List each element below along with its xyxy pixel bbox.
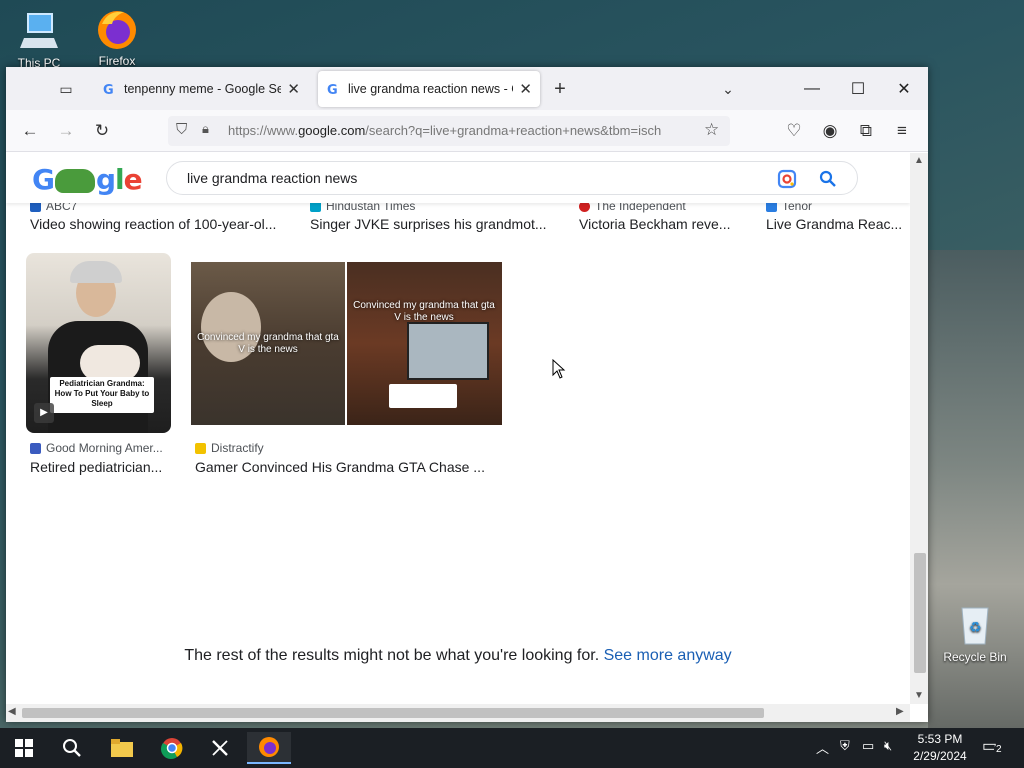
search-box[interactable] <box>166 161 858 195</box>
clock-date: 2/29/2024 <box>913 749 967 763</box>
reload-icon[interactable]: ↻ <box>88 118 116 144</box>
clock-time: 5:53 PM <box>917 732 963 746</box>
address-bar[interactable]: ⛉ 🔒︎ https://www.google.com/search?q=liv… <box>168 116 730 146</box>
vertical-scrollbar[interactable]: ▲ ▼ <box>910 153 928 704</box>
tray-chevron-up-icon[interactable]: ︿ <box>816 738 829 757</box>
scrollbar-thumb[interactable] <box>914 553 926 673</box>
new-tab-plus-icon[interactable]: + <box>546 77 574 101</box>
thumbnail-right-panel: Convinced my grandma that gta V is the n… <box>347 262 502 425</box>
bookmark-star-icon[interactable]: ☆ <box>704 120 719 140</box>
tab-tenpenny-meme[interactable]: G tenpenny meme - Google Search ✕ <box>94 71 308 107</box>
notification-count: 2 <box>994 744 1004 755</box>
search-icon[interactable] <box>50 732 94 764</box>
google-lens-icon[interactable] <box>777 169 797 189</box>
browser-window: ▭ G tenpenny meme - Google Search ✕ G li… <box>6 67 928 722</box>
pocket-icon[interactable]: ♡ <box>780 118 808 144</box>
desktop-icon-recycle-bin[interactable]: ♻ Recycle Bin <box>940 602 1010 664</box>
recycle-bin-icon: ♻ <box>952 602 998 648</box>
desktop-icon-label: Firefox <box>98 54 136 68</box>
result-title[interactable]: Gamer Convinced His Grandma GTA Chase ..… <box>195 459 495 475</box>
google-header: Ggle <box>6 153 910 203</box>
firefox-icon <box>94 6 140 52</box>
tab-title: live grandma reaction news - Google Sear… <box>348 82 513 96</box>
file-explorer-icon[interactable] <box>100 732 144 764</box>
video-play-icon: ▶ <box>34 403 54 423</box>
tab-bar: ▭ G tenpenny meme - Google Search ✕ G li… <box>6 67 928 110</box>
comment-box-image <box>389 384 457 408</box>
tab-title: tenpenny meme - Google Search <box>124 82 282 96</box>
google-favicon-icon: G <box>103 83 114 96</box>
volume-muted-icon[interactable]: 🔇︎ <box>884 738 892 754</box>
scrollbar-thumb[interactable] <box>22 708 764 718</box>
shield-icon[interactable]: ⛉ <box>176 121 187 138</box>
menu-hamburger-icon[interactable]: ≡ <box>888 118 916 144</box>
result-source[interactable]: Distractify <box>195 441 264 455</box>
source-favicon-icon <box>195 442 206 454</box>
lock-icon[interactable]: 🔒︎ <box>202 121 209 137</box>
more-results-note: The rest of the results might not be wha… <box>184 647 732 664</box>
security-tray-icon[interactable]: ⛨ <box>840 738 850 754</box>
scroll-down-icon[interactable]: ▼ <box>914 690 924 701</box>
close-icon[interactable]: ✕ <box>519 80 532 98</box>
desktop-icon-this-pc[interactable]: This PC <box>4 8 74 70</box>
tab-live-grandma[interactable]: G live grandma reaction news - Google Se… <box>318 71 540 107</box>
system-clock[interactable]: 5:53 PM 2/29/2024 <box>908 731 972 765</box>
tab-overview-icon[interactable]: ▭ <box>52 77 80 101</box>
computer-icon <box>16 8 62 54</box>
google-favicon-icon: G <box>327 83 338 96</box>
taskbar: ︿ ⛨ ▭ 🔇︎ 5:53 PM 2/29/2024 ▭ 2 <box>0 728 1024 768</box>
baby-image <box>80 345 140 381</box>
google-doodle-logo[interactable]: Ggle <box>32 163 143 196</box>
google-images-page: Ggle ABC7 Video showing reaction of 100-… <box>6 153 910 704</box>
see-more-anyway-link[interactable]: See more anyway <box>604 647 732 664</box>
forward-arrow-icon[interactable]: → <box>52 118 80 144</box>
tv-screen-image <box>407 322 489 380</box>
result-source[interactable]: Good Morning Amer... <box>30 441 163 455</box>
result-title[interactable]: Video showing reaction of 100-year-ol... <box>30 216 290 232</box>
result-title[interactable]: Live Grandma Reac... <box>766 216 906 232</box>
hair-image <box>70 261 122 283</box>
network-icon[interactable]: ▭ <box>862 738 874 754</box>
thumbnail-caption: Convinced my grandma that gta V is the n… <box>353 300 495 323</box>
svg-text:G: G <box>103 83 114 96</box>
scroll-left-icon[interactable]: ◀ <box>8 706 16 717</box>
horizontal-scrollbar[interactable]: ◀ ▶ <box>6 704 910 722</box>
x-app-icon[interactable] <box>198 732 242 764</box>
close-icon[interactable]: ✕ <box>287 80 300 98</box>
search-input[interactable] <box>187 170 747 186</box>
back-arrow-icon[interactable]: ← <box>16 118 44 144</box>
scroll-up-icon[interactable]: ▲ <box>914 155 924 166</box>
search-icon[interactable] <box>819 170 837 188</box>
scroll-right-icon[interactable]: ▶ <box>896 706 904 717</box>
notification-center-icon[interactable]: ▭ 2 <box>982 736 1006 758</box>
window-close-icon[interactable]: ✕ <box>882 75 926 103</box>
chrome-icon[interactable] <box>150 732 194 764</box>
result-title[interactable]: Retired pediatrician... <box>30 459 172 475</box>
thumbnail-left-panel: Convinced my grandma that gta V is the n… <box>191 262 345 425</box>
desktop-icon-firefox[interactable]: Firefox <box>82 6 152 68</box>
navigation-toolbar: ← → ↻ ⛉ 🔒︎ https://www.google.com/search… <box>6 110 928 152</box>
result-thumbnail[interactable]: Pediatrician Grandma: How To Put Your Ba… <box>26 253 171 433</box>
maximize-icon[interactable]: ☐ <box>836 75 880 103</box>
result-title[interactable]: Singer JVKE surprises his grandmot... <box>310 216 558 232</box>
firefox-taskbar-icon[interactable] <box>247 732 291 764</box>
svg-text:G: G <box>327 83 338 96</box>
account-icon[interactable]: ◉ <box>816 118 844 144</box>
source-favicon-icon <box>30 442 41 454</box>
desktop-icon-label: Recycle Bin <box>943 650 1007 664</box>
thumbnail-caption: Pediatrician Grandma: How To Put Your Ba… <box>50 377 154 413</box>
result-thumbnail[interactable]: Convinced my grandma that gta V is the n… <box>191 262 502 425</box>
chevron-down-icon[interactable]: ⌄ <box>714 77 742 101</box>
svg-text:♻: ♻ <box>969 620 982 636</box>
extensions-icon[interactable]: ⧉ <box>852 118 880 144</box>
url-text[interactable]: https://www.google.com/search?q=live+gra… <box>228 123 698 138</box>
thumbnail-caption: Convinced my grandma that gta V is the n… <box>197 332 339 355</box>
result-title[interactable]: Victoria Beckham reve... <box>579 216 749 232</box>
mouse-cursor-icon <box>552 359 566 379</box>
minimize-icon[interactable]: — <box>790 75 834 103</box>
windows-start-icon[interactable] <box>2 732 46 764</box>
